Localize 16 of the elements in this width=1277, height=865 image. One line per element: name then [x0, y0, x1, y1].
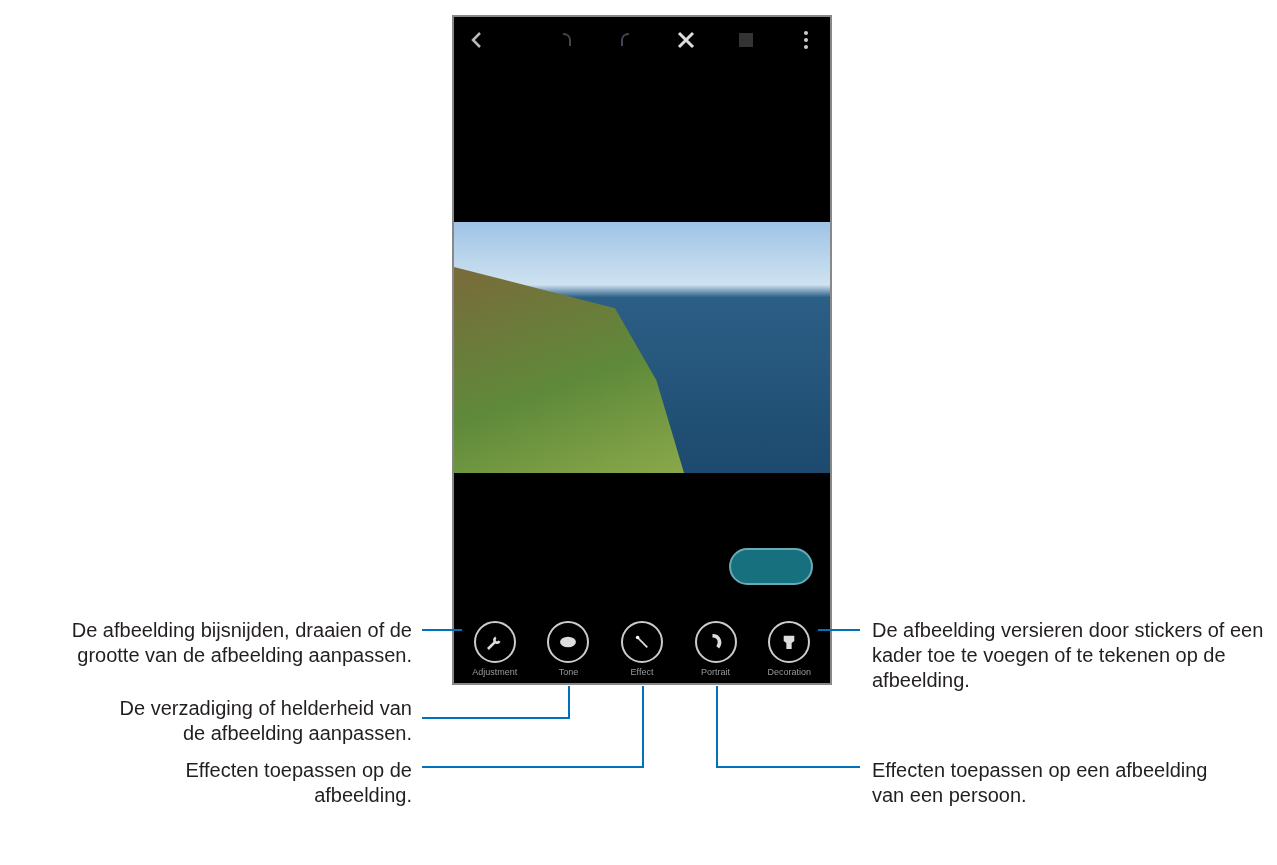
callout-text: De afbeelding bijsnijden, draaien of de grootte van de afbeelding aanpassen.	[70, 618, 412, 668]
tool-label: Effect	[630, 665, 654, 679]
tool-label: Adjustment	[472, 665, 518, 679]
palette-icon[interactable]	[547, 620, 590, 663]
tool-label: Tone	[558, 665, 579, 679]
tool-label: Decoration	[767, 665, 811, 679]
pill-button[interactable]	[729, 548, 813, 585]
callout-text: De verzadiging of helderheid van de afbeelding aanpassen.	[118, 696, 412, 746]
magic-wand-icon[interactable]	[621, 620, 663, 663]
tool-label: Portrait	[701, 665, 731, 679]
callout-text: De afbeelding versieren door stickers of een kader toe te voegen of te tekenen op de afbeelding.	[872, 618, 1265, 693]
callout-text: Effecten toepassen op een afbeelding van een persoon.	[872, 758, 1209, 808]
callout-text: Effecten toepassen op de afbeelding.	[184, 758, 412, 808]
leader-line	[817, 629, 861, 631]
wrench-icon[interactable]	[473, 620, 516, 663]
leader-line	[421, 629, 463, 631]
